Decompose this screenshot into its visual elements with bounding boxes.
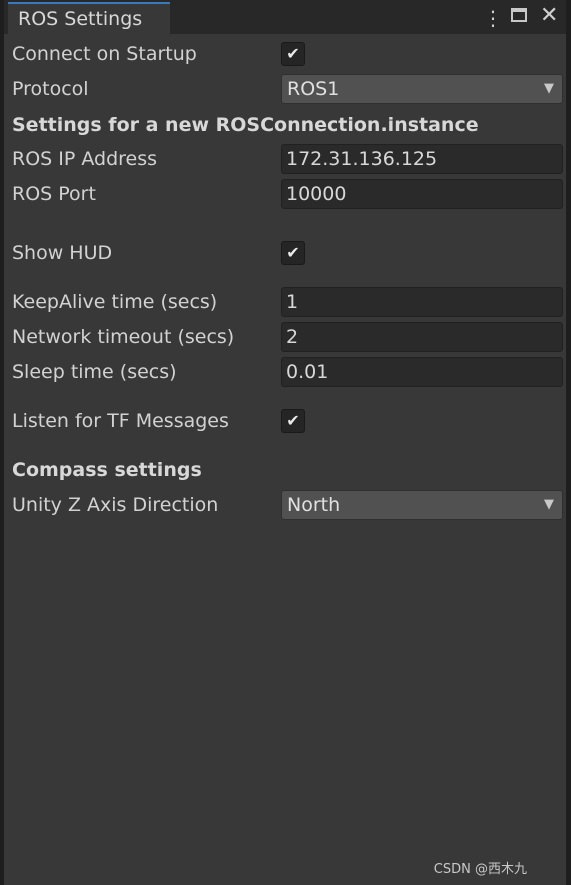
window-header: ROS Settings ⋮ ✕	[4, 0, 566, 34]
listen-tf-label: Listen for TF Messages	[12, 410, 229, 432]
tab-ros-settings[interactable]: ROS Settings	[8, 2, 170, 34]
section-heading-compass: Compass settings	[12, 459, 202, 481]
listen-tf-checkbox[interactable]: ✔	[281, 409, 305, 433]
section-heading-new-connection: Settings for a new ROSConnection.instanc…	[12, 114, 479, 136]
chevron-down-icon: ▼	[544, 81, 554, 96]
ros-port-input[interactable]: 10000	[281, 179, 563, 209]
protocol-dropdown[interactable]: ROS1 ▼	[281, 74, 563, 104]
close-icon[interactable]: ✕	[540, 3, 558, 28]
keepalive-input[interactable]: 1	[281, 287, 563, 317]
sleep-time-label: Sleep time (secs)	[12, 361, 177, 383]
kebab-menu-icon[interactable]: ⋮	[483, 6, 503, 30]
protocol-value: ROS1	[287, 78, 340, 100]
unity-z-label: Unity Z Axis Direction	[12, 494, 219, 516]
protocol-label: Protocol	[12, 78, 89, 100]
ros-ip-label: ROS IP Address	[12, 148, 158, 170]
maximize-icon[interactable]	[511, 8, 527, 22]
unity-z-value: North	[287, 494, 341, 516]
show-hud-label: Show HUD	[12, 242, 113, 264]
connect-on-startup-checkbox[interactable]: ✔	[281, 42, 305, 66]
connect-on-startup-label: Connect on Startup	[12, 43, 197, 65]
network-timeout-input[interactable]: 2	[281, 322, 563, 352]
show-hud-checkbox[interactable]: ✔	[281, 241, 305, 265]
network-timeout-label: Network timeout (secs)	[12, 326, 235, 348]
unity-z-dropdown[interactable]: North ▼	[281, 490, 563, 520]
tab-title: ROS Settings	[18, 8, 143, 30]
ros-settings-window: ROS Settings ⋮ ✕ Connect on Startup ✔ Pr…	[4, 0, 566, 885]
watermark: CSDN @西木九	[433, 862, 527, 877]
chevron-down-icon: ▼	[544, 497, 554, 512]
keepalive-label: KeepAlive time (secs)	[12, 291, 218, 313]
ros-port-label: ROS Port	[12, 183, 96, 205]
sleep-time-input[interactable]: 0.01	[281, 357, 563, 387]
ros-ip-input[interactable]: 172.31.136.125	[281, 144, 563, 174]
